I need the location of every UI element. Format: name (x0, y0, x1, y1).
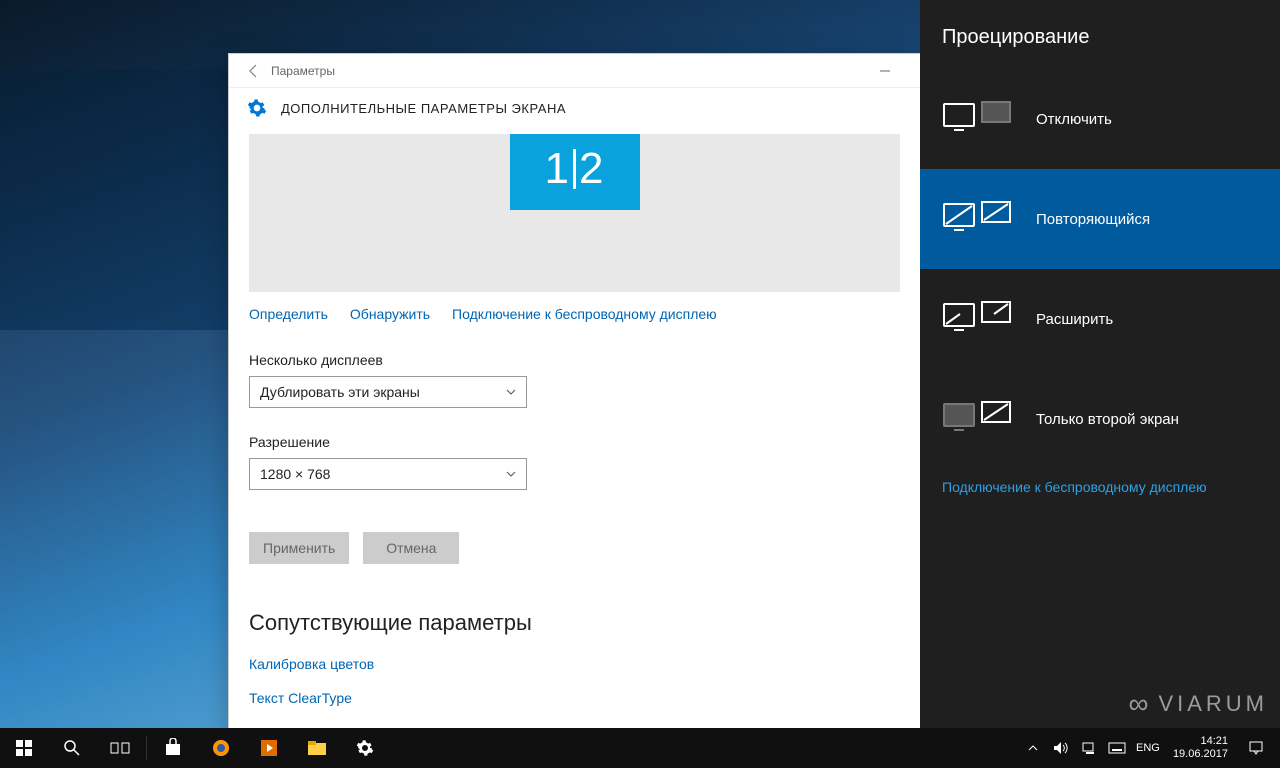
action-center-icon[interactable] (1236, 728, 1276, 768)
window-titlebar: Параметры (229, 54, 920, 88)
multi-displays-dropdown[interactable]: Дублировать эти экраны (249, 376, 527, 408)
minimize-button[interactable] (862, 54, 908, 88)
display-combined-icon[interactable]: 12 (510, 134, 640, 210)
multi-displays-label: Несколько дисплеев (249, 352, 900, 368)
window-title: Параметры (271, 64, 335, 78)
project-option-label: Отключить (1036, 111, 1112, 128)
explorer-app-icon[interactable] (293, 728, 341, 768)
taskbar-left (0, 728, 389, 768)
bg-decor (0, 330, 230, 730)
resolution-label: Разрешение (249, 434, 900, 450)
detect-link[interactable]: Обнаружить (350, 306, 430, 322)
settings-window: Параметры ДОПОЛНИТЕЛЬНЫЕ ПАРАМЕТРЫ ЭКРАН… (228, 53, 921, 735)
tray-chevron-icon[interactable] (1019, 728, 1047, 768)
taskbar-separator (146, 736, 147, 760)
task-view-button[interactable] (96, 728, 144, 768)
project-option-label: Расширить (1036, 311, 1113, 328)
gear-icon (247, 98, 267, 118)
settings-content: 12 Определить Обнаружить Подключение к б… (229, 134, 920, 734)
duplicate-icon (942, 196, 1014, 242)
media-app-icon[interactable] (245, 728, 293, 768)
resolution-dropdown[interactable]: 1280 × 768 (249, 458, 527, 490)
page-title: ДОПОЛНИТЕЛЬНЫЕ ПАРАМЕТРЫ ЭКРАНА (281, 101, 566, 116)
firefox-app-icon[interactable] (197, 728, 245, 768)
related-settings-title: Сопутствующие параметры (249, 610, 900, 636)
disconnect-icon (942, 96, 1014, 142)
display-preview[interactable]: 12 (249, 134, 900, 292)
projection-flyout: Проецирование Отключить (920, 0, 1280, 728)
display-actions: Определить Обнаружить Подключение к бесп… (249, 292, 900, 326)
taskbar-right: ENG 14:21 19.06.2017 (1019, 728, 1280, 768)
page-header: ДОПОЛНИТЕЛЬНЫЕ ПАРАМЕТРЫ ЭКРАНА (229, 88, 920, 134)
clock-date: 19.06.2017 (1173, 748, 1228, 761)
project-option-duplicate[interactable]: Повторяющийся (920, 169, 1280, 269)
flyout-wireless-link[interactable]: Подключение к беспроводному дисплею (920, 469, 1280, 505)
keyboard-icon[interactable] (1103, 728, 1131, 768)
extend-icon (942, 296, 1014, 342)
taskbar: ENG 14:21 19.06.2017 (0, 728, 1280, 768)
search-button[interactable] (48, 728, 96, 768)
clock[interactable]: 14:21 19.06.2017 (1165, 735, 1236, 761)
project-option-disconnect[interactable]: Отключить (920, 69, 1280, 169)
network-icon[interactable] (1075, 728, 1103, 768)
chevron-down-icon (506, 469, 516, 479)
project-option-label: Только второй экран (1036, 411, 1179, 428)
apply-button[interactable]: Применить (249, 532, 349, 564)
bg-decor (0, 70, 230, 330)
multi-displays-value: Дублировать эти экраны (260, 384, 420, 400)
infinity-icon: ∞ (1128, 688, 1152, 720)
action-buttons: Применить Отмена (249, 532, 900, 564)
identify-link[interactable]: Определить (249, 306, 328, 322)
color-calibration-link[interactable]: Калибровка цветов (249, 656, 900, 672)
clock-time: 14:21 (1173, 735, 1228, 748)
resolution-value: 1280 × 768 (260, 466, 330, 482)
project-option-second-only[interactable]: Только второй экран (920, 369, 1280, 469)
cancel-button[interactable]: Отмена (363, 532, 459, 564)
desktop-screen: Параметры ДОПОЛНИТЕЛЬНЫЕ ПАРАМЕТРЫ ЭКРАН… (0, 0, 1280, 768)
start-button[interactable] (0, 728, 48, 768)
watermark-text: VIARUM (1158, 691, 1268, 717)
back-button[interactable] (237, 54, 271, 88)
project-option-extend[interactable]: Расширить (920, 269, 1280, 369)
chevron-down-icon (506, 387, 516, 397)
settings-app-icon[interactable] (341, 728, 389, 768)
wireless-display-link[interactable]: Подключение к беспроводному дисплею (452, 306, 717, 322)
project-option-label: Повторяющийся (1036, 211, 1150, 228)
cleartype-link[interactable]: Текст ClearType (249, 690, 900, 706)
second-only-icon (942, 396, 1014, 442)
volume-icon[interactable] (1047, 728, 1075, 768)
watermark: ∞ VIARUM (1128, 688, 1268, 720)
flyout-title: Проецирование (920, 0, 1280, 69)
language-indicator[interactable]: ENG (1131, 742, 1165, 754)
store-app-icon[interactable] (149, 728, 197, 768)
